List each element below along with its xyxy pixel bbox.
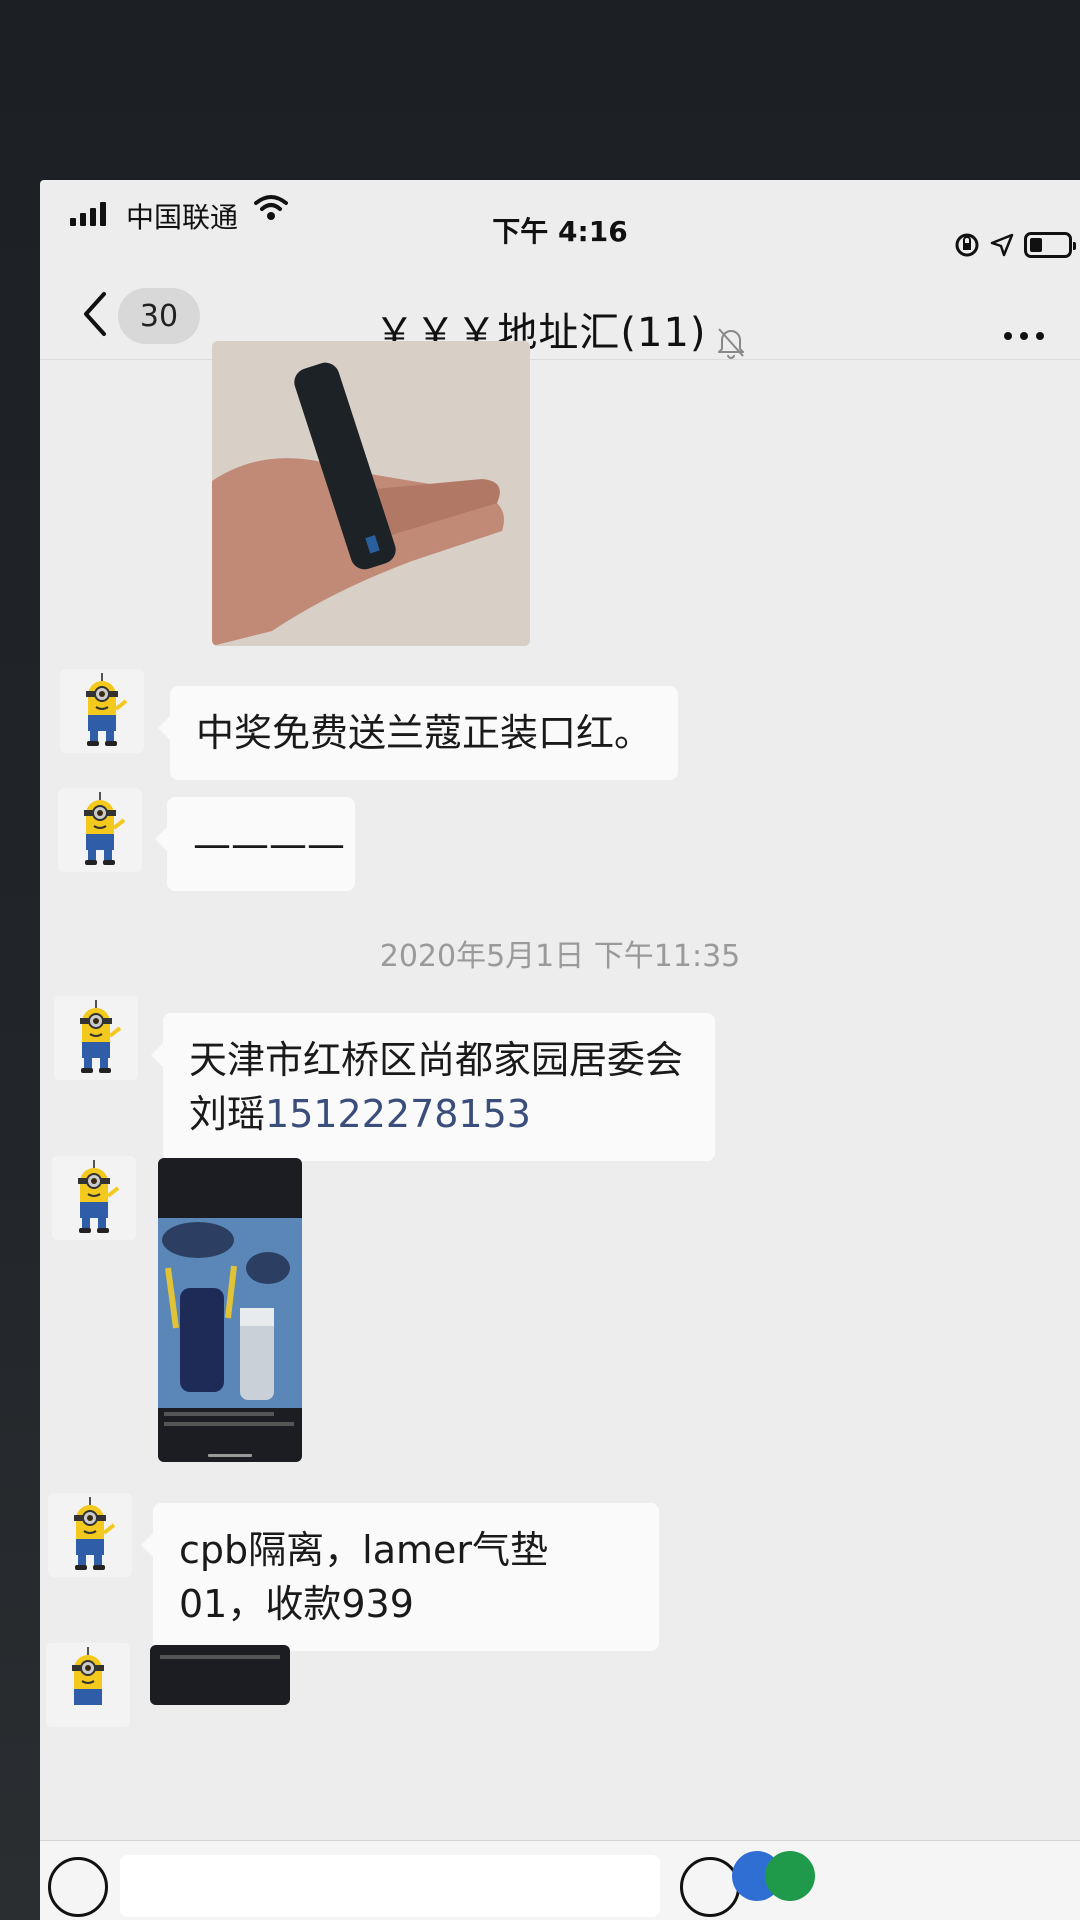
phone-number-link[interactable]: 15122278153 xyxy=(265,1092,531,1136)
screenshot-thumbnail xyxy=(150,1645,290,1705)
minion-avatar-icon xyxy=(46,1643,130,1727)
minion-avatar-icon xyxy=(52,1156,136,1240)
image-message[interactable] xyxy=(212,341,530,646)
screenshot-thumbnail xyxy=(158,1158,302,1462)
image-message[interactable] xyxy=(150,1645,290,1705)
text-message[interactable]: cpb隔离，lamer气垫01，收款939 xyxy=(141,1503,659,1651)
emoji-icon[interactable] xyxy=(680,1857,740,1917)
status-bar: 中国联通 下午 4:16 xyxy=(40,180,1080,258)
chat-title-wrap: ￥￥￥地址汇(11) xyxy=(40,300,1080,359)
message-timestamp: 2020年5月1日 下午11:35 xyxy=(379,939,741,974)
text-message[interactable]: ———— xyxy=(155,797,355,891)
sender-avatar[interactable] xyxy=(58,788,142,872)
text-message[interactable]: 中奖免费送兰蔻正装口红。 xyxy=(157,686,679,780)
sender-avatar[interactable] xyxy=(54,996,138,1080)
sender-avatar[interactable] xyxy=(60,669,144,753)
message-list: 中奖免费送兰蔻正装口红。 ———— 2020年5月1日 下午11:35 天津市红… xyxy=(40,341,1080,1841)
phone-screen: 中国联通 下午 4:16 30 ￥￥￥地址汇(11) 中奖免费送兰蔻正装口红。 … xyxy=(40,180,1080,1920)
sender-avatar[interactable] xyxy=(46,1643,130,1727)
minion-avatar-icon xyxy=(60,669,144,753)
chat-input-bar xyxy=(40,1840,1080,1920)
sender-avatar[interactable] xyxy=(48,1493,132,1577)
photo-content xyxy=(212,341,530,646)
chat-header: 30 ￥￥￥地址汇(11) xyxy=(40,250,1080,360)
status-time: 下午 4:16 xyxy=(492,215,628,248)
voice-icon[interactable] xyxy=(48,1857,108,1917)
mute-icon xyxy=(717,327,744,359)
message-input[interactable] xyxy=(120,1855,660,1917)
sender-avatar[interactable] xyxy=(52,1156,136,1240)
minion-avatar-icon xyxy=(54,996,138,1080)
minion-avatar-icon xyxy=(48,1493,132,1577)
app-badge-green[interactable] xyxy=(765,1851,815,1901)
text-message[interactable]: 天津市红桥区尚都家园居委会 刘瑶15122278153 xyxy=(151,1013,715,1161)
minion-avatar-icon xyxy=(58,788,142,872)
more-icon[interactable] xyxy=(1004,332,1044,340)
image-message[interactable] xyxy=(158,1158,302,1462)
